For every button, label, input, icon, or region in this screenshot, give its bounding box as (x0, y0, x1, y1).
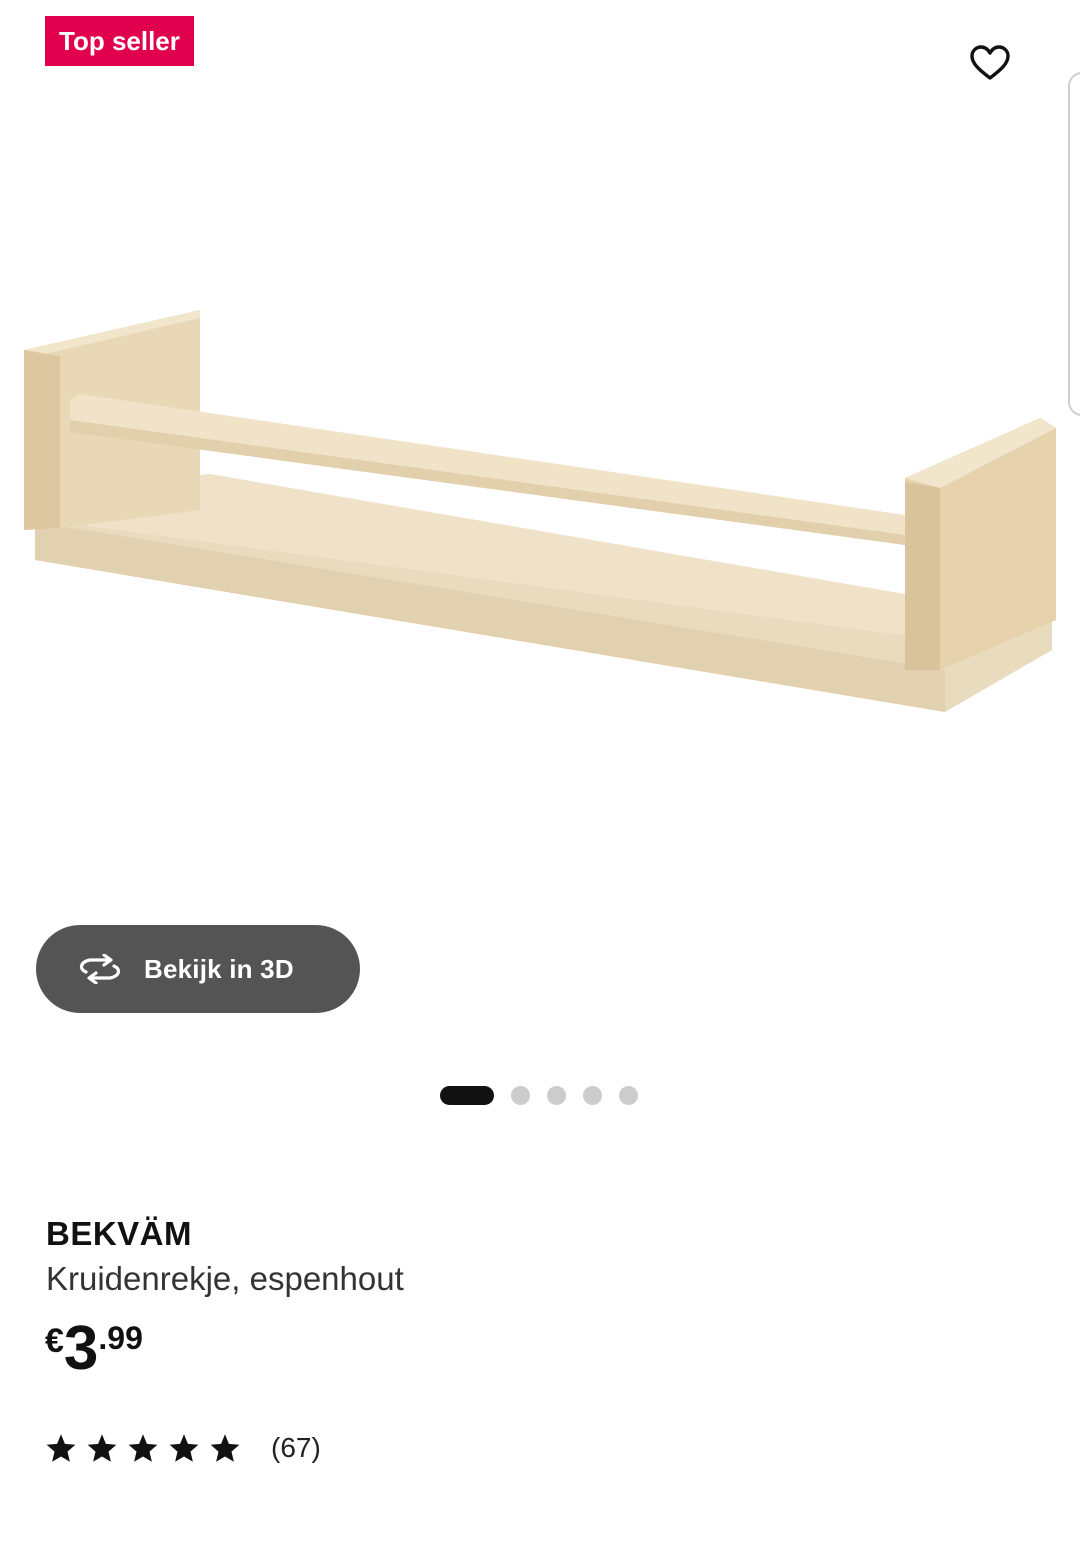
rotate-3d-icon (76, 953, 124, 985)
price-decimal: .99 (98, 1320, 143, 1356)
carousel-dot[interactable] (511, 1085, 530, 1105)
product-description: Kruidenrekje, espenhout (46, 1260, 404, 1297)
rating-stars (45, 1433, 241, 1463)
price-integer: 3 (63, 1314, 99, 1383)
carousel-dot[interactable] (619, 1085, 638, 1105)
product-name[interactable]: BEKVÄM (46, 1215, 192, 1253)
carousel-dot[interactable] (583, 1085, 602, 1105)
star-icon (87, 1434, 117, 1462)
favorite-button[interactable] (963, 38, 1017, 88)
product-image[interactable] (0, 260, 1080, 780)
star-icon (128, 1434, 158, 1462)
star-icon (46, 1434, 76, 1462)
view-in-3d-label: Bekijk in 3D (144, 953, 294, 984)
product-rating[interactable]: (67) (45, 1432, 321, 1464)
price-currency: € (45, 1322, 64, 1360)
top-seller-badge: Top seller (45, 16, 194, 66)
rating-count: (67) (271, 1432, 321, 1463)
carousel-dot[interactable] (440, 1085, 494, 1105)
view-in-3d-button[interactable]: Bekijk in 3D (36, 925, 360, 1013)
star-icon (210, 1434, 240, 1462)
star-icon (169, 1434, 199, 1462)
heart-outline-icon (970, 45, 1010, 80)
product-price: €3.99 (45, 1318, 143, 1380)
carousel-indicator (440, 1085, 638, 1105)
carousel-dot[interactable] (547, 1085, 566, 1105)
